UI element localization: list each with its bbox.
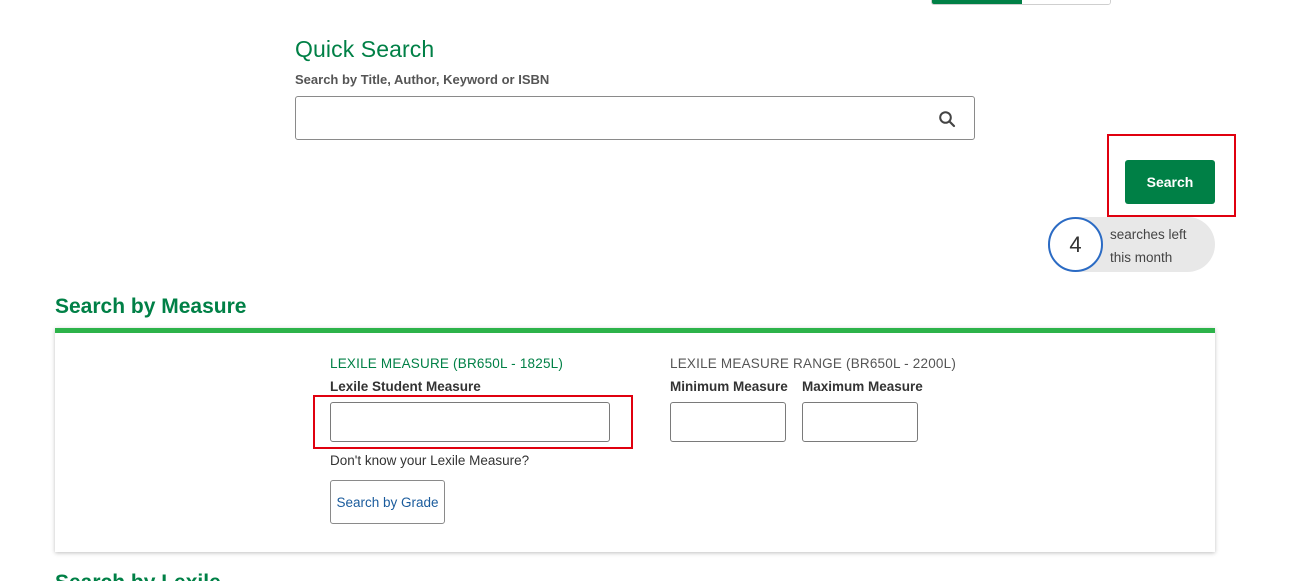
minimum-measure-input[interactable] xyxy=(670,402,786,442)
maximum-measure-label: Maximum Measure xyxy=(802,379,923,394)
minimum-measure-label: Minimum Measure xyxy=(670,379,788,394)
search-by-measure-title: Search by Measure xyxy=(55,295,247,318)
quick-search-input[interactable] xyxy=(296,97,916,139)
search-by-grade-button[interactable]: Search by Grade xyxy=(330,480,445,524)
search-icon[interactable] xyxy=(938,110,956,128)
lexile-measure-label: LEXILE MEASURE (BR650L - 1825L) xyxy=(330,356,564,371)
lexile-student-measure-input[interactable] xyxy=(330,402,610,442)
maximum-measure-input[interactable] xyxy=(802,402,918,442)
searches-left-label: searches left this month xyxy=(1110,227,1187,265)
quick-search-box[interactable] xyxy=(295,96,975,140)
lexile-student-measure-label: Lexile Student Measure xyxy=(330,379,481,394)
lexile-range-label: LEXILE MEASURE RANGE (BR650L - 2200L) xyxy=(670,356,957,371)
view-toggle[interactable] xyxy=(931,0,1111,5)
quick-search-hint: Search by Title, Author, Keyword or ISBN xyxy=(295,72,550,87)
dont-know-lexile-text: Don't know your Lexile Measure? xyxy=(330,453,530,468)
view-toggle-inactive-segment[interactable] xyxy=(1022,0,1110,4)
view-toggle-active-segment[interactable] xyxy=(932,0,1022,4)
searches-left-count: 4 xyxy=(1048,217,1103,272)
quick-search-title: Quick Search xyxy=(295,36,435,62)
search-by-lexile-title: Search by Lexile xyxy=(55,571,221,581)
search-by-measure-card xyxy=(55,328,1215,552)
search-button[interactable]: Search xyxy=(1125,160,1215,204)
